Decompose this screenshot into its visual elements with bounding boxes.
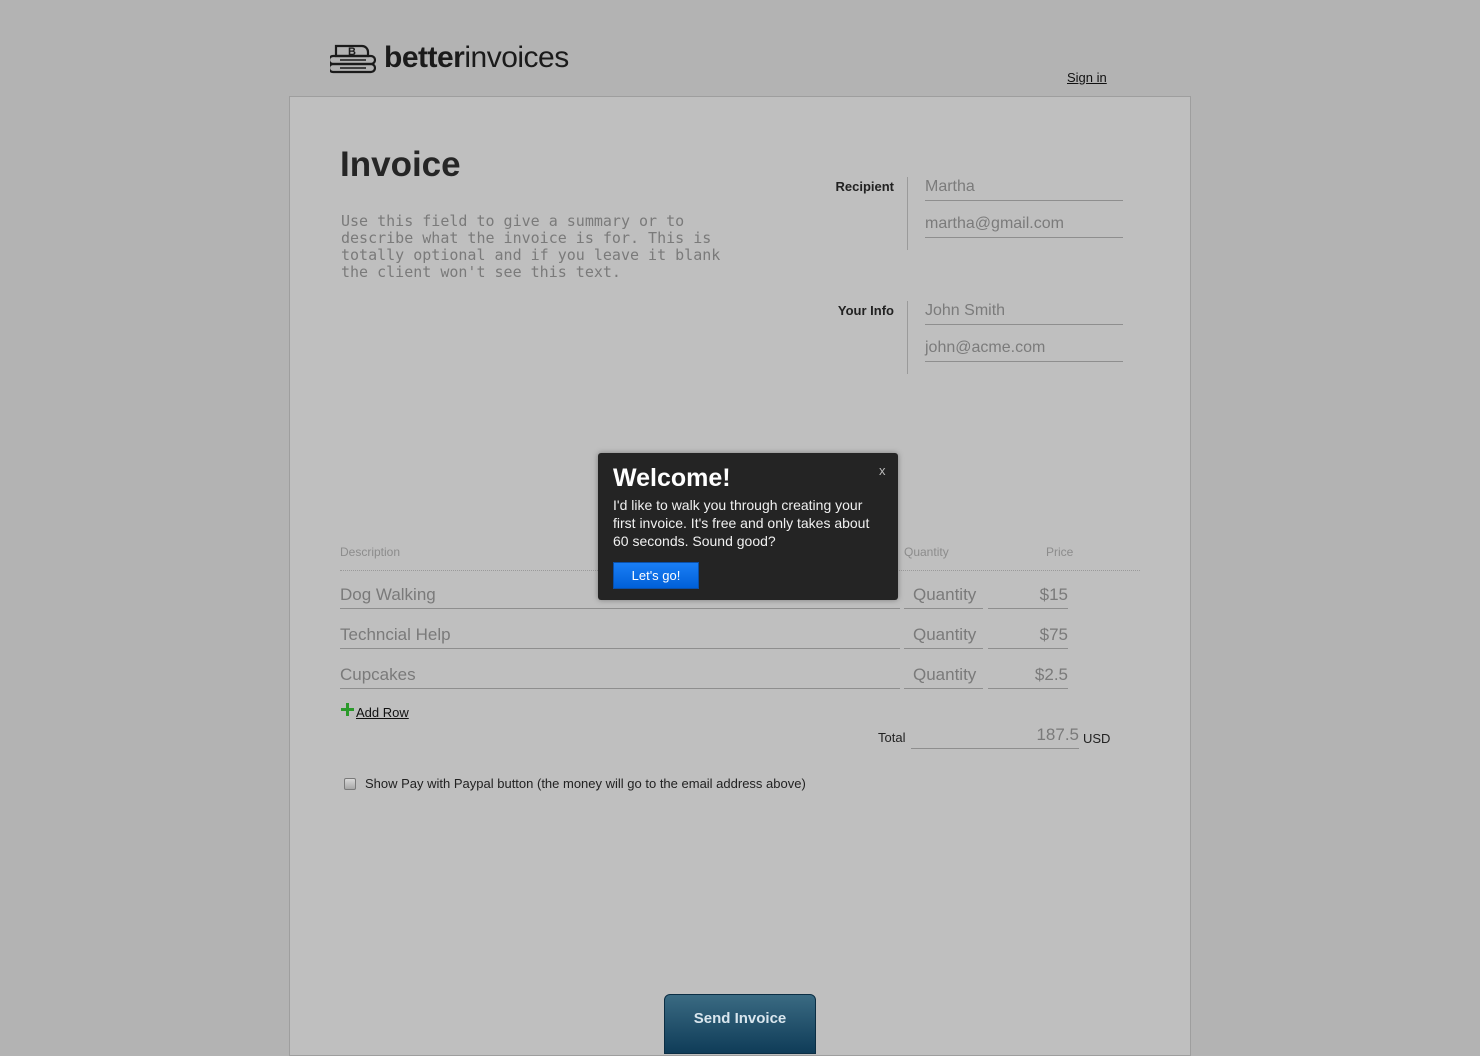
item-description-input[interactable]: Techncial Help (340, 625, 900, 649)
your-info-label: Your Info (837, 303, 894, 318)
invoice-title[interactable]: Invoice (340, 145, 461, 185)
header: B betterinvoices Sign in (0, 0, 1480, 96)
lets-go-button[interactable]: Let's go! (613, 562, 699, 589)
logo[interactable]: B betterinvoices (330, 38, 569, 78)
price-column-header: Price (1046, 545, 1074, 559)
recipient-label: Recipient (835, 179, 894, 194)
paypal-checkbox[interactable] (344, 777, 356, 790)
item-price-input[interactable]: $15 (988, 585, 1068, 609)
quantity-column-header: Quantity (904, 545, 949, 559)
add-row-label: Add Row (356, 705, 409, 720)
add-row-button[interactable]: Add Row (341, 703, 409, 720)
item-description-input[interactable]: Cupcakes (340, 665, 900, 689)
paypal-option: Show Pay with Paypal button (the money w… (344, 776, 806, 791)
svg-text:B: B (348, 46, 356, 58)
logo-text-bold: better (384, 41, 465, 74)
invoice-stack-icon: B (330, 44, 376, 74)
item-quantity-input[interactable]: Quantity (904, 665, 983, 689)
item-price-input[interactable]: $75 (988, 625, 1068, 649)
welcome-popup: x Welcome! I'd like to walk you through … (598, 453, 898, 600)
item-price-input[interactable]: $2.5 (988, 665, 1068, 689)
close-icon[interactable]: x (879, 463, 886, 478)
logo-text-light: invoices (464, 41, 569, 74)
plus-icon (341, 703, 354, 716)
recipient-divider (907, 177, 908, 250)
paypal-label: Show Pay with Paypal button (the money w… (365, 776, 806, 791)
item-quantity-input[interactable]: Quantity (904, 585, 983, 609)
item-quantity-input[interactable]: Quantity (904, 625, 983, 649)
your-name-input[interactable]: John Smith (925, 301, 1123, 325)
popup-body: I'd like to walk you through creating yo… (613, 497, 870, 549)
total-label: Total (878, 730, 906, 745)
your-email-input[interactable]: john@acme.com (925, 338, 1123, 362)
recipient-email-input[interactable]: martha@gmail.com (925, 214, 1123, 238)
recipient-name-input[interactable]: Martha (925, 177, 1123, 201)
sign-in-link[interactable]: Sign in (1067, 70, 1107, 85)
description-column-header: Description (340, 545, 401, 559)
total-field: 187.5 (911, 725, 1079, 749)
currency-label: USD (1083, 731, 1111, 746)
summary-textarea[interactable]: Use this field to give a summary or to d… (341, 213, 741, 303)
your-info-divider (907, 301, 908, 374)
popup-title: Welcome! (613, 464, 731, 492)
send-invoice-button[interactable]: Send Invoice (664, 994, 816, 1054)
